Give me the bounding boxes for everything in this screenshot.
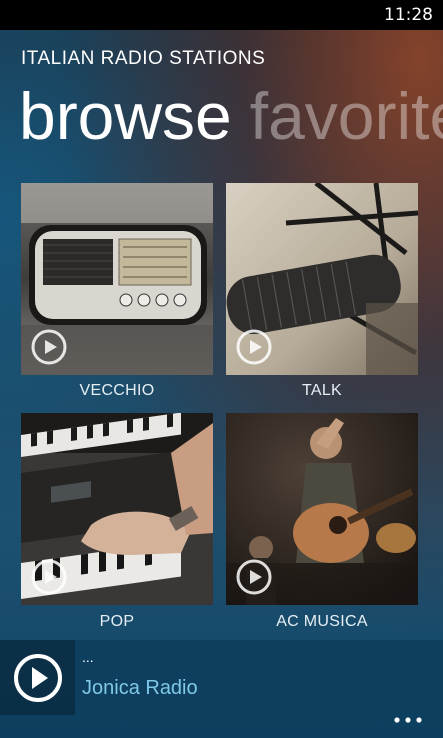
tile-label-pop: POP (99, 613, 135, 630)
play-circle-icon[interactable] (236, 559, 272, 595)
status-clock: 11:28 (384, 5, 433, 25)
pivot-item-favorites[interactable]: favorites (250, 76, 443, 156)
station-tile-pop[interactable] (21, 413, 213, 605)
pivot-item-browse[interactable]: browse (19, 76, 232, 156)
more-dots-icon[interactable] (389, 710, 429, 730)
play-circle-icon[interactable] (31, 559, 67, 595)
play-circle-icon[interactable] (236, 329, 272, 365)
tile-label-ac-musica: AC MUSICA (276, 613, 368, 630)
play-circle-icon (14, 654, 62, 702)
play-circle-icon[interactable] (31, 329, 67, 365)
station-tile-talk[interactable] (226, 183, 418, 375)
now-playing-station: Jonica Radio (82, 677, 198, 699)
status-bar: 11:28 (0, 0, 443, 30)
app-screen: 11:28 ITALIAN RADIO STATIONS browse favor… (0, 0, 443, 738)
station-tile-vecchio[interactable] (21, 183, 213, 375)
app-title: ITALIAN RADIO STATIONS (21, 48, 266, 69)
station-tile-ac-musica[interactable] (226, 413, 418, 605)
tile-label-vecchio: VECCHIO (79, 382, 155, 399)
now-playing-status: ... (82, 649, 94, 665)
now-playing-bar: ... Jonica Radio (0, 640, 443, 738)
pivot-header: browsefavorites (19, 76, 443, 156)
now-playing-play-button[interactable] (0, 640, 75, 715)
tile-label-talk: TALK (301, 382, 343, 399)
